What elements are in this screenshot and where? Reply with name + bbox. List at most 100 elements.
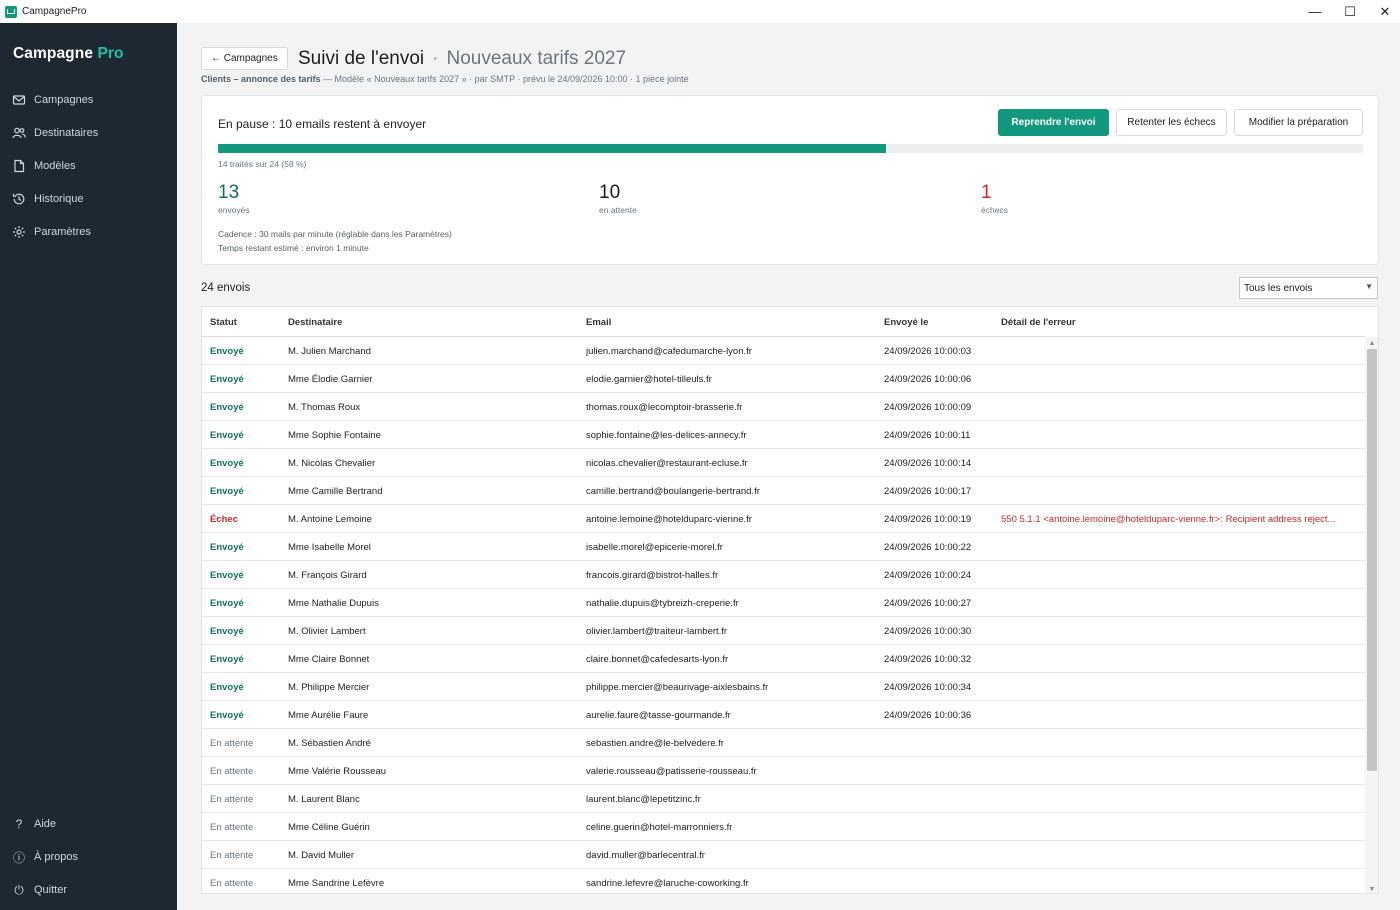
cell-status: En attente bbox=[210, 821, 254, 833]
sent-count: 13 bbox=[218, 182, 240, 203]
scroll-down-arrow-icon[interactable]: ▼ bbox=[1365, 883, 1378, 893]
table-row[interactable]: En attente M. Laurent Blanc laurent.blanc@… bbox=[202, 785, 1365, 813]
cadence-info: Cadence : 30 mails par minute (réglable … bbox=[218, 229, 452, 239]
cell-recipient: Mme Élodie Garnier bbox=[288, 373, 373, 385]
cell-sent-at: 24/09/2026 10:00:24 bbox=[884, 569, 972, 581]
sidebar-item-label: Campagnes bbox=[34, 94, 94, 106]
cell-sent-at: 24/09/2026 10:00:27 bbox=[884, 597, 972, 609]
cell-status: Envoyé bbox=[210, 485, 244, 497]
cell-status: Envoyé bbox=[210, 597, 244, 609]
close-window-button[interactable]: ✕ bbox=[1367, 0, 1400, 23]
cell-status: Envoyé bbox=[210, 345, 244, 357]
cell-error bbox=[1001, 673, 1361, 701]
column-header-email[interactable]: Email bbox=[586, 307, 611, 337]
cell-email: claire.bonnet@cafedesarts-lyon.fr bbox=[586, 653, 729, 665]
cell-recipient: M. Julien Marchand bbox=[288, 345, 371, 357]
sidebar-item-aide[interactable]: ? Aide bbox=[0, 810, 177, 838]
sidebar-item-parametres[interactable]: Paramètres bbox=[0, 218, 177, 246]
retry-failures-button[interactable]: Retenter les échecs bbox=[1116, 109, 1227, 136]
resume-button[interactable]: Reprendre l'envoi bbox=[998, 109, 1109, 136]
table-row[interactable]: Envoyé M. Olivier Lambert olivier.lambert@… bbox=[202, 617, 1365, 645]
cell-recipient: Mme Céline Guérin bbox=[288, 821, 370, 833]
cell-error bbox=[1001, 645, 1361, 673]
table-row[interactable]: Envoyé Mme Claire Bonnet claire.bonnet@caf… bbox=[202, 645, 1365, 673]
cell-error bbox=[1001, 701, 1361, 729]
cell-recipient: M. Olivier Lambert bbox=[288, 625, 366, 637]
cell-email: philippe.mercier@beaurivage-aixlesbains.… bbox=[586, 681, 769, 693]
cell-email: antoine.lemoine@hotelduparc-vienne.fr bbox=[586, 513, 752, 525]
table-row[interactable]: Envoyé Mme Sophie Fontaine sophie.fontaine… bbox=[202, 421, 1365, 449]
sidebar-item-label: Paramètres bbox=[34, 226, 91, 238]
table-row[interactable]: Envoyé M. François Girard francois.girard@… bbox=[202, 561, 1365, 589]
mail-icon bbox=[12, 93, 26, 107]
sidebar-item-label: Destinataires bbox=[34, 127, 99, 139]
minimize-button[interactable]: — bbox=[1297, 0, 1333, 23]
sidebar-item-destinataires[interactable]: Destinataires bbox=[0, 119, 177, 147]
scroll-up-arrow-icon[interactable]: ▲ bbox=[1365, 337, 1378, 349]
table-row[interactable]: Envoyé Mme Aurélie Faure aurelie.faure@tas… bbox=[202, 701, 1365, 729]
table-row[interactable]: Échec M. Antoine Lemoine antoine.lemoine@h… bbox=[202, 505, 1365, 533]
cell-status: Envoyé bbox=[210, 429, 244, 441]
edit-preparation-button[interactable]: Modifier la préparation bbox=[1234, 109, 1363, 136]
sidebar-item-label: À propos bbox=[34, 851, 79, 863]
table-row[interactable]: Envoyé M. Julien Marchand julien.marchand@… bbox=[202, 337, 1365, 365]
scrollbar-thumb[interactable] bbox=[1367, 349, 1377, 771]
cell-sent-at: 24/09/2026 10:00:32 bbox=[884, 653, 972, 665]
cell-recipient: Mme Sophie Fontaine bbox=[288, 429, 381, 441]
cell-recipient: Mme Camille Bertrand bbox=[288, 485, 383, 497]
title-separator: · bbox=[432, 48, 439, 69]
document-icon bbox=[12, 159, 26, 173]
sidebar-item-campagnes[interactable]: Campagnes bbox=[0, 86, 177, 114]
column-header-error[interactable]: Détail de l'erreur bbox=[1001, 307, 1076, 337]
table-body: Envoyé M. Julien Marchand julien.marchand@… bbox=[202, 337, 1365, 893]
table-row[interactable]: En attente Mme Céline Guérin celine.guerin… bbox=[202, 813, 1365, 841]
table-row[interactable]: En attente M. David Muller david.muller@ba… bbox=[202, 841, 1365, 869]
table-row[interactable]: Envoyé Mme Élodie Garnier elodie.garnier@h… bbox=[202, 365, 1365, 393]
sidebar-item-modeles[interactable]: Modèles bbox=[0, 152, 177, 180]
table-row[interactable]: Envoyé M. Thomas Roux thomas.roux@lecompto… bbox=[202, 393, 1365, 421]
cell-error bbox=[1001, 785, 1361, 813]
cell-email: thomas.roux@lecomptoir-brasserie.fr bbox=[586, 401, 743, 413]
cell-email: sandrine.lefevre@laruche-coworking.fr bbox=[586, 877, 749, 889]
table-row[interactable]: En attente Mme Sandrine Lefèvre sandrine.l… bbox=[202, 869, 1365, 893]
gear-icon bbox=[12, 225, 26, 239]
table-row[interactable]: Envoyé Mme Camille Bertrand camille.bertra… bbox=[202, 477, 1365, 505]
cell-email: valerie.rousseau@patisserie-rousseau.fr bbox=[586, 765, 757, 777]
sidebar-item-a-propos[interactable]: ⓘ À propos bbox=[0, 843, 177, 871]
sidebar-item-historique[interactable]: Historique bbox=[0, 185, 177, 213]
users-icon bbox=[12, 126, 26, 140]
column-header-status[interactable]: Statut bbox=[210, 307, 237, 337]
stat-pending: 10 en attente bbox=[599, 182, 637, 215]
table-row[interactable]: Envoyé Mme Nathalie Dupuis nathalie.dupuis… bbox=[202, 589, 1365, 617]
sends-count: 24 envois bbox=[201, 282, 251, 294]
table-row[interactable]: Envoyé M. Nicolas Chevalier nicolas.cheval… bbox=[202, 449, 1365, 477]
column-header-recipient[interactable]: Destinataire bbox=[288, 307, 342, 337]
table-row[interactable]: Envoyé M. Philippe Mercier philippe.mercie… bbox=[202, 673, 1365, 701]
sidebar-item-quitter[interactable]: ⏻ Quitter bbox=[0, 876, 177, 904]
cell-email: celine.guerin@hotel-marronniers.fr bbox=[586, 821, 733, 833]
history-icon bbox=[12, 192, 26, 206]
sidebar-item-label: Quitter bbox=[34, 884, 68, 896]
cell-sent-at: 24/09/2026 10:00:11 bbox=[884, 429, 971, 441]
cell-error bbox=[1001, 477, 1361, 505]
table-row[interactable]: Envoyé Mme Isabelle Morel isabelle.morel@e… bbox=[202, 533, 1365, 561]
info-icon: ⓘ bbox=[12, 850, 25, 865]
table-row[interactable]: En attente M. Sébastien André sebastien.an… bbox=[202, 729, 1365, 757]
table-scrollbar[interactable]: ▲ ▼ bbox=[1365, 337, 1378, 893]
brand-main: Campagne bbox=[13, 45, 94, 62]
campaign-name: Nouveaux tarifs 2027 bbox=[446, 48, 627, 69]
column-header-sent-at[interactable]: Envoyé le bbox=[884, 307, 928, 337]
cell-status: Envoyé bbox=[210, 373, 244, 385]
stat-failed: 1 échecs bbox=[981, 182, 1008, 215]
cell-email: nicolas.chevalier@restaurant-ecluse.fr bbox=[586, 457, 748, 469]
back-to-campaigns-button[interactable]: ← Campagnes bbox=[201, 47, 288, 70]
stat-sent: 13 envoyés bbox=[218, 182, 250, 215]
cell-sent-at: 24/09/2026 10:00:06 bbox=[884, 373, 972, 385]
sidebar-item-label: Aide bbox=[34, 818, 57, 830]
meta-details: — Modèle « Nouveaux tarifs 2027 » · par … bbox=[320, 74, 689, 84]
status-filter-select[interactable]: Tous les envois ▼ bbox=[1239, 277, 1378, 299]
progress-bar bbox=[218, 144, 1363, 153]
maximize-button[interactable]: ☐ bbox=[1332, 0, 1368, 23]
cell-status: Envoyé bbox=[210, 681, 244, 693]
table-row[interactable]: En attente Mme Valérie Rousseau valerie.ro… bbox=[202, 757, 1365, 785]
